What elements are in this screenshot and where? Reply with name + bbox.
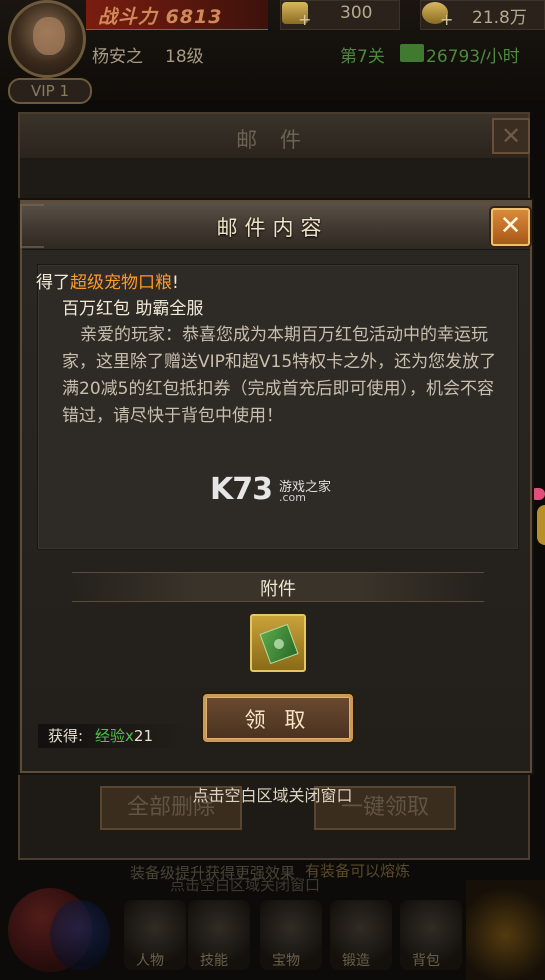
smelt-hint[interactable]: 有装备可以熔炼 — [305, 860, 410, 881]
income-icon — [400, 44, 424, 62]
attachment-title: 附件 — [260, 579, 296, 600]
dialog-title: 邮件内容 — [216, 216, 329, 240]
obtained-prefix: 得了 — [36, 273, 70, 293]
reward-amount: 21 — [133, 727, 153, 745]
buddha-icon[interactable] — [466, 880, 545, 980]
player-level: 18级 — [165, 47, 204, 67]
background-close-hint: 点击空白区域关闭窗口 — [170, 876, 321, 894]
combat-power: 战斗力 6813 — [98, 6, 223, 28]
avatar-face — [33, 17, 65, 55]
watermark-logo: K73 — [210, 472, 273, 507]
watermark-domain: .com — [279, 491, 306, 504]
mail-body-text: 亲爱的玩家：恭喜您成为本期百万红包活动中的幸运玩家，这里除了赠送VIP和超V15… — [62, 325, 497, 426]
nav-bag-label: 背包 — [412, 953, 440, 969]
claim-button-label[interactable]: 领 取 — [203, 704, 353, 734]
player-name: 杨安之 — [92, 47, 143, 67]
stage-label: 第7关 — [340, 47, 385, 67]
mail-window-close-button[interactable]: ✕ — [492, 118, 530, 154]
reward-name: 经验 — [95, 727, 126, 745]
gold-amount: 300 — [340, 3, 373, 23]
red-envelope-voucher-icon — [259, 623, 299, 665]
obtained-item-name: 超级宠物口粮 — [70, 273, 172, 293]
add-silver-icon[interactable]: + — [440, 10, 453, 29]
mail-subject: 百万红包 助霸全服 — [62, 299, 204, 319]
dialog-close-button[interactable]: ✕ — [491, 208, 530, 246]
nav-skills-label: 技能 — [200, 953, 228, 969]
reward-label: 获得: — [48, 727, 84, 745]
silver-amount: 21.8万 — [472, 8, 527, 28]
obtained-suffix: ! — [172, 273, 179, 293]
mail-window-title: 邮 件 — [236, 128, 309, 152]
player-avatar[interactable] — [8, 0, 86, 78]
attachment-item-slot[interactable] — [250, 614, 306, 672]
income-rate: 26793/小时 — [426, 47, 520, 67]
obtained-line: 得了超级宠物口粮! — [36, 268, 179, 293]
nav-character-label: 人物 — [136, 953, 164, 969]
chat-bubble-icon[interactable] — [530, 488, 545, 500]
nav-treasure-label: 宝物 — [272, 953, 300, 969]
mp-orb — [50, 900, 110, 970]
close-window-hint[interactable]: 点击空白区域关闭窗口 — [0, 782, 545, 806]
reward-mult: x — [125, 727, 134, 745]
side-menu-tab[interactable] — [537, 505, 545, 545]
reward-value: 经验x21 — [95, 725, 153, 746]
add-gold-icon[interactable]: + — [298, 10, 311, 29]
vip-badge[interactable]: VIP 1 — [8, 78, 92, 104]
nav-forge-label: 锻造 — [342, 953, 370, 969]
